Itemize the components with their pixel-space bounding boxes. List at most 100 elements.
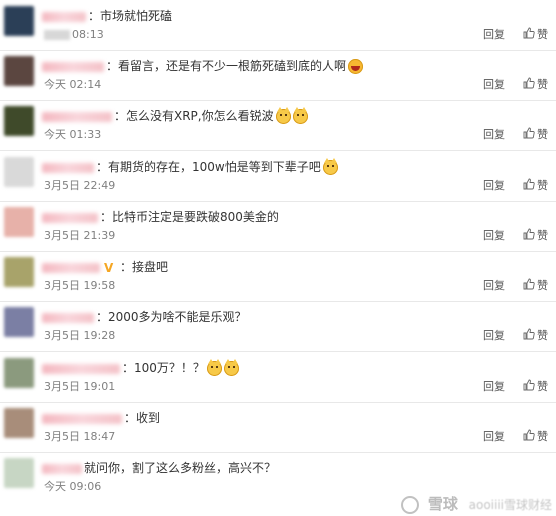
reply-button[interactable]: 回复 bbox=[483, 229, 505, 243]
avatar[interactable] bbox=[4, 458, 34, 488]
comment-text: ：怎么没有XRP,你怎么看锐波 bbox=[114, 109, 274, 123]
comment-text: 就问你，割了这么多粉丝，高兴不？ bbox=[84, 461, 277, 475]
comment-line: V ：接盘吧 bbox=[42, 257, 546, 277]
avatar[interactable] bbox=[4, 106, 34, 136]
like-button[interactable]: 赞 bbox=[523, 127, 548, 142]
username-redacted[interactable] bbox=[42, 463, 82, 474]
username-redacted[interactable] bbox=[42, 111, 112, 122]
comment-row: ：市场就怕死磕 08:13 回复 赞 bbox=[0, 0, 556, 51]
timestamp-row: 3月5日 19:58 bbox=[44, 279, 115, 293]
like-label: 赞 bbox=[537, 380, 548, 393]
reply-button[interactable]: 回复 bbox=[483, 78, 505, 92]
comment-text: ：接盘吧 bbox=[120, 260, 169, 274]
like-label: 赞 bbox=[537, 279, 548, 292]
comment-row: ：比特币注定是要跌破800美金的 3月5日 21:39 回复 赞 bbox=[0, 201, 556, 252]
comment-row: ：100万？！？ 3月5日 19:01 回复 赞 bbox=[0, 352, 556, 403]
username-redacted[interactable] bbox=[42, 413, 122, 424]
username-redacted[interactable] bbox=[42, 162, 94, 173]
timestamp: 今天 09:06 bbox=[44, 480, 102, 493]
thumbs-up-icon bbox=[523, 77, 535, 89]
watermark-sub: aooiiii雪球财经 bbox=[468, 498, 552, 512]
comment-row: ：2000多为啥不能是乐观？ 3月5日 19:28 回复 赞 bbox=[0, 301, 556, 352]
thumbs-up-icon bbox=[523, 429, 535, 441]
comment-line: ：有期货的存在，100w怕是等到下辈子吧 bbox=[42, 157, 546, 177]
like-label: 赞 bbox=[537, 28, 548, 41]
comment-text: ：100万？！？ bbox=[122, 361, 205, 375]
comment-row: ：收到 3月5日 18:47 回复 赞 bbox=[0, 402, 556, 453]
reply-button[interactable]: 回复 bbox=[483, 128, 505, 142]
thumbs-up-icon bbox=[523, 127, 535, 139]
thumbs-up-icon bbox=[523, 328, 535, 340]
reply-button[interactable]: 回复 bbox=[483, 28, 505, 42]
comment-line: ：100万？！？ bbox=[42, 358, 546, 378]
timestamp-row: 3月5日 19:28 bbox=[44, 329, 115, 343]
username-redacted[interactable] bbox=[42, 11, 86, 22]
laugh-emoji-icon bbox=[348, 59, 364, 74]
cat-emoji-icon bbox=[206, 359, 222, 376]
avatar[interactable] bbox=[4, 56, 34, 86]
like-label: 赞 bbox=[537, 78, 548, 91]
comment-text: ：市场就怕死磕 bbox=[88, 9, 173, 23]
timestamp-row: 今天 01:33 bbox=[44, 128, 101, 142]
comment-text: ：有期货的存在，100w怕是等到下辈子吧 bbox=[96, 160, 321, 174]
thumbs-up-icon bbox=[523, 27, 535, 39]
comment-actions: 回复 赞 bbox=[483, 278, 548, 292]
cat-emoji-icon bbox=[322, 158, 338, 175]
timestamp: 08:13 bbox=[72, 28, 104, 41]
like-button[interactable]: 赞 bbox=[523, 228, 548, 243]
comment-actions: 回复 赞 bbox=[483, 228, 548, 242]
avatar[interactable] bbox=[4, 257, 34, 287]
like-label: 赞 bbox=[537, 128, 548, 141]
comment-actions: 回复 赞 bbox=[483, 379, 548, 393]
comment-text: ：比特币注定是要跌破800美金的 bbox=[100, 210, 279, 224]
avatar[interactable] bbox=[4, 207, 34, 237]
comment-actions: 回复 赞 bbox=[483, 328, 548, 342]
comment-text: ：看留言，还是有不少一根筋死磕到底的人啊 bbox=[106, 59, 347, 73]
comment-line: ：收到 bbox=[42, 408, 546, 428]
comment-row: ：有期货的存在，100w怕是等到下辈子吧 3月5日 22:49 回复 赞 bbox=[0, 151, 556, 202]
thumbs-up-icon bbox=[523, 278, 535, 290]
timestamp-row: 08:13 bbox=[44, 28, 104, 42]
username-redacted[interactable] bbox=[42, 262, 100, 273]
comment-actions: 回复 赞 bbox=[483, 77, 548, 91]
like-button[interactable]: 赞 bbox=[523, 278, 548, 293]
like-button[interactable]: 赞 bbox=[523, 178, 548, 193]
thumbs-up-icon bbox=[523, 178, 535, 190]
like-button[interactable]: 赞 bbox=[523, 77, 548, 92]
like-button[interactable]: 赞 bbox=[523, 379, 548, 394]
timestamp-row: 3月5日 19:01 bbox=[44, 380, 115, 394]
like-button[interactable]: 赞 bbox=[523, 328, 548, 343]
comment-row: ：看留言，还是有不少一根筋死磕到底的人啊 今天 02:14 回复 赞 bbox=[0, 50, 556, 101]
like-button[interactable]: 赞 bbox=[523, 27, 548, 42]
reply-button[interactable]: 回复 bbox=[483, 430, 505, 444]
avatar[interactable] bbox=[4, 408, 34, 438]
avatar[interactable] bbox=[4, 307, 34, 337]
comment-row: ：怎么没有XRP,你怎么看锐波 今天 01:33 回复 赞 bbox=[0, 100, 556, 151]
comment-line: 就问你，割了这么多粉丝，高兴不？ bbox=[42, 458, 546, 478]
comment-actions: 回复 赞 bbox=[483, 27, 548, 41]
timestamp: 今天 02:14 bbox=[44, 78, 102, 91]
username-redacted[interactable] bbox=[42, 212, 98, 223]
thumbs-up-icon bbox=[523, 379, 535, 391]
comment-row: V ：接盘吧 3月5日 19:58 回复 赞 bbox=[0, 251, 556, 302]
avatar[interactable] bbox=[4, 157, 34, 187]
comment-line: ：怎么没有XRP,你怎么看锐波 bbox=[42, 106, 546, 126]
like-label: 赞 bbox=[537, 329, 548, 342]
reply-button[interactable]: 回复 bbox=[483, 380, 505, 394]
avatar[interactable] bbox=[4, 358, 34, 388]
username-redacted[interactable] bbox=[42, 312, 94, 323]
reply-button[interactable]: 回复 bbox=[483, 329, 505, 343]
username-redacted[interactable] bbox=[42, 363, 120, 374]
cat-emoji-icon bbox=[292, 107, 308, 124]
reply-button[interactable]: 回复 bbox=[483, 279, 505, 293]
comment-list: ：市场就怕死磕 08:13 回复赞：看留言，还是有不少一根筋死磕到底的人啊 今天 02… bbox=[0, 0, 556, 515]
reply-button[interactable]: 回复 bbox=[483, 179, 505, 193]
timestamp: 3月5日 21:39 bbox=[44, 229, 116, 242]
timestamp-row: 3月5日 22:49 bbox=[44, 179, 115, 193]
like-button[interactable]: 赞 bbox=[523, 429, 548, 444]
thumbs-up-icon bbox=[523, 228, 535, 240]
timestamp-row: 3月5日 21:39 bbox=[44, 229, 115, 243]
username-redacted[interactable] bbox=[42, 61, 104, 72]
timestamp: 3月5日 18:47 bbox=[44, 430, 116, 443]
avatar[interactable] bbox=[4, 6, 34, 36]
